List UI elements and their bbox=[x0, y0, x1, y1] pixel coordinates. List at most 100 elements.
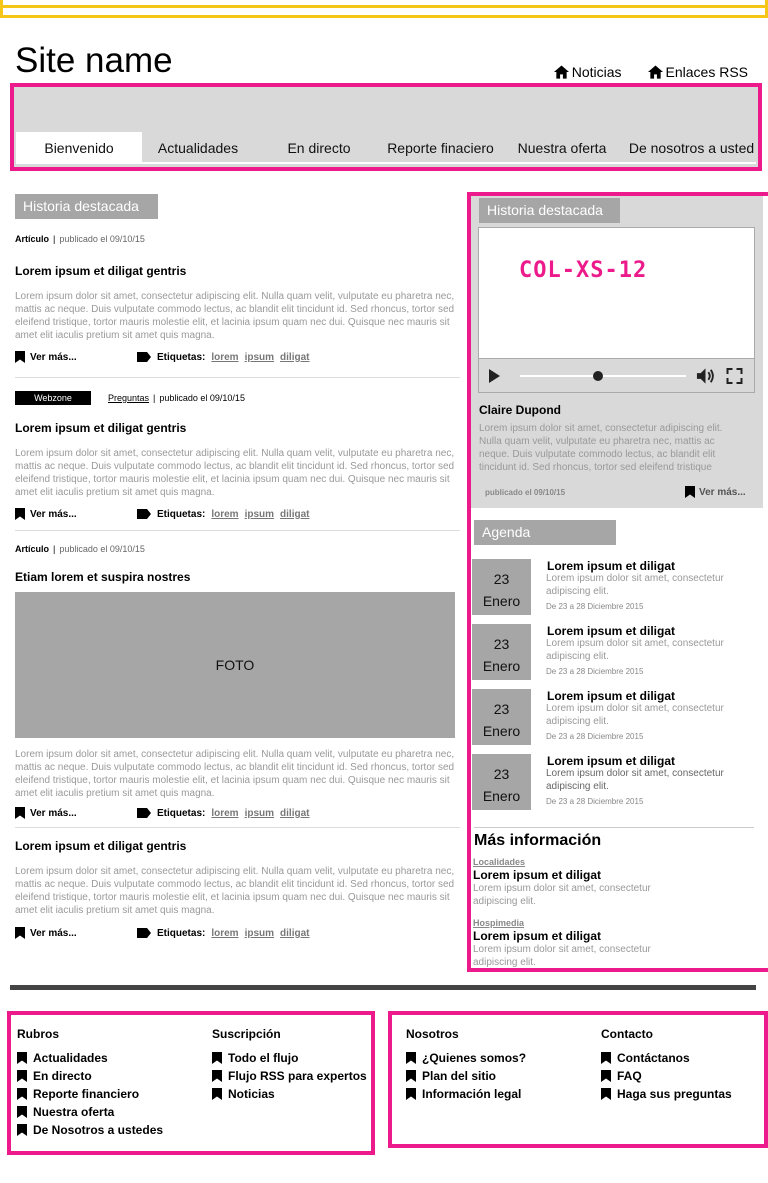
footer-link[interactable]: Todo el flujo bbox=[212, 1049, 367, 1067]
event-text: Lorem ipsum dolor sit amet, consectetur … bbox=[546, 638, 724, 662]
article-text: Lorem ipsum dolor sit amet, consectetur … bbox=[15, 448, 455, 498]
tag-link[interactable]: diligat bbox=[280, 928, 309, 939]
read-more-link[interactable]: Ver más... bbox=[15, 351, 137, 363]
footer-link[interactable]: Reporte financiero bbox=[17, 1085, 163, 1103]
article-title[interactable]: Etiam lorem et suspira nostres bbox=[15, 570, 460, 584]
tag-icon bbox=[137, 928, 151, 938]
agenda-event[interactable]: 23 Enero Lorem ipsum et diligat Lorem ips… bbox=[472, 689, 762, 747]
article-photo[interactable]: FOTO bbox=[15, 592, 455, 738]
featured-text: Lorem ipsum dolor sit amet, consectetur … bbox=[479, 423, 723, 473]
footer-link[interactable]: Nuestra oferta bbox=[17, 1103, 163, 1121]
tag-link[interactable]: lorem bbox=[211, 352, 238, 363]
article-meta: Artículo | publicado el 09/10/15 bbox=[15, 234, 145, 244]
tab-nuestra-oferta[interactable]: Nuestra oferta bbox=[497, 132, 627, 162]
article: Lorem ipsum et diligat gentris Lorem ips… bbox=[15, 819, 460, 939]
event-date-block: 23 Enero bbox=[472, 559, 531, 615]
webzone-badge: Webzone bbox=[15, 391, 91, 405]
article-title[interactable]: Lorem ipsum et diligat gentris bbox=[15, 421, 460, 435]
tag-link[interactable]: lorem bbox=[211, 808, 238, 819]
tag-link[interactable]: ipsum bbox=[245, 509, 274, 520]
bookmark-icon bbox=[601, 1052, 611, 1064]
toplink-noticias[interactable]: Noticias bbox=[553, 64, 622, 80]
footer-link[interactable]: Noticias bbox=[212, 1085, 367, 1103]
tag-link[interactable]: lorem bbox=[211, 928, 238, 939]
featured-author[interactable]: Claire Dupond bbox=[479, 403, 561, 417]
article-date: publicado el 09/10/15 bbox=[59, 544, 145, 554]
more-info-category[interactable]: Hospimedia bbox=[473, 918, 693, 928]
event-when: De 23 a 28 Diciembre 2015 bbox=[546, 667, 644, 676]
tag-link[interactable]: ipsum bbox=[245, 928, 274, 939]
footer-divider bbox=[10, 985, 756, 990]
tag-link[interactable]: diligat bbox=[280, 808, 309, 819]
event-title[interactable]: Lorem ipsum et diligat bbox=[547, 624, 675, 638]
agenda-event[interactable]: 23 Enero Lorem ipsum et diligat Lorem ips… bbox=[472, 559, 762, 617]
video-player[interactable]: COL-XS-12 bbox=[478, 227, 755, 393]
article-title[interactable]: Lorem ipsum et diligat gentris bbox=[15, 264, 460, 278]
read-more-link[interactable]: Ver más... bbox=[15, 508, 137, 520]
event-title[interactable]: Lorem ipsum et diligat bbox=[547, 754, 675, 768]
more-info-text: Lorem ipsum dolor sit amet, consectetur … bbox=[473, 883, 651, 907]
tag-link[interactable]: ipsum bbox=[245, 352, 274, 363]
event-title[interactable]: Lorem ipsum et diligat bbox=[547, 559, 675, 573]
bookmark-icon bbox=[17, 1070, 27, 1082]
top-accent-bar bbox=[0, 0, 768, 18]
article-text: Lorem ipsum dolor sit amet, consectetur … bbox=[15, 749, 455, 799]
volume-icon[interactable] bbox=[696, 367, 715, 385]
read-more-link[interactable]: Ver más... bbox=[15, 927, 137, 939]
fullscreen-icon[interactable] bbox=[725, 367, 744, 385]
article-meta: Artículo | publicado el 09/10/15 bbox=[15, 544, 145, 554]
more-info-title: Más información bbox=[474, 832, 602, 849]
event-date-block: 23 Enero bbox=[472, 689, 531, 745]
event-month: Enero bbox=[482, 788, 521, 804]
tab-bienvenido[interactable]: Bienvenido bbox=[16, 132, 142, 162]
article-tags: Etiquetas: lorem ipsum diligat bbox=[137, 509, 309, 520]
agenda-event[interactable]: 23 Enero Lorem ipsum et diligat Lorem ips… bbox=[472, 754, 762, 812]
tag-link[interactable]: diligat bbox=[280, 509, 309, 520]
article-text: Lorem ipsum dolor sit amet, consectetur … bbox=[15, 866, 455, 916]
footer-link[interactable]: FAQ bbox=[601, 1067, 732, 1085]
main-column: Historia destacada Artículo | publicado e… bbox=[15, 194, 460, 939]
tag-icon bbox=[137, 509, 151, 519]
toplink-rss[interactable]: Enlaces RSS bbox=[647, 64, 748, 80]
category-link[interactable]: Preguntas bbox=[108, 393, 149, 403]
bookmark-icon bbox=[15, 351, 25, 363]
event-day: 23 bbox=[493, 701, 510, 717]
footer-right: Nosotros ¿Quienes somos? Plan del sitio … bbox=[388, 1011, 768, 1148]
read-more-label: Ver más... bbox=[699, 486, 746, 498]
tag-link[interactable]: lorem bbox=[211, 509, 238, 520]
footer-link[interactable]: En directo bbox=[17, 1067, 163, 1085]
tab-reporte-financiero[interactable]: Reporte finaciero bbox=[384, 132, 497, 162]
tab-actualidades[interactable]: Actualidades bbox=[142, 132, 254, 162]
event-text: Lorem ipsum dolor sit amet, consectetur … bbox=[546, 768, 724, 792]
footer-link[interactable]: Flujo RSS para expertos bbox=[212, 1067, 367, 1085]
featured-read-more[interactable]: Ver más... bbox=[685, 486, 746, 498]
nav-tabs: Bienvenido Actualidades En directo Repor… bbox=[16, 132, 756, 164]
footer-link[interactable]: De Nosotros a ustedes bbox=[17, 1121, 163, 1139]
tab-de-nosotros[interactable]: De nosotros a usted bbox=[627, 132, 756, 162]
video-progress-slider[interactable] bbox=[520, 370, 686, 381]
more-info-name[interactable]: Lorem ipsum et diligat bbox=[473, 929, 693, 943]
agenda-event[interactable]: 23 Enero Lorem ipsum et diligat Lorem ips… bbox=[472, 624, 762, 682]
footer-link[interactable]: Información legal bbox=[406, 1085, 526, 1103]
video-controls bbox=[479, 358, 754, 392]
tab-en-directo[interactable]: En directo bbox=[254, 132, 384, 162]
footer-link[interactable]: Actualidades bbox=[17, 1049, 163, 1067]
footer-link[interactable]: Contáctanos bbox=[601, 1049, 732, 1067]
read-more-link[interactable]: Ver más... bbox=[15, 807, 137, 819]
article-title[interactable]: Lorem ipsum et diligat gentris bbox=[15, 839, 460, 853]
tag-icon bbox=[137, 352, 151, 362]
event-title[interactable]: Lorem ipsum et diligat bbox=[547, 689, 675, 703]
site-name[interactable]: Site name bbox=[15, 42, 173, 80]
footer-link[interactable]: ¿Quienes somos? bbox=[406, 1049, 526, 1067]
featured-date: publicado el 09/10/15 bbox=[485, 488, 566, 497]
more-info-category[interactable]: Localidades bbox=[473, 857, 693, 867]
footer-link[interactable]: Plan del sitio bbox=[406, 1067, 526, 1085]
tag-link[interactable]: ipsum bbox=[245, 808, 274, 819]
bookmark-icon bbox=[212, 1052, 222, 1064]
more-info-name[interactable]: Lorem ipsum et diligat bbox=[473, 868, 693, 882]
tag-link[interactable]: diligat bbox=[280, 352, 309, 363]
footer-link[interactable]: Haga sus preguntas bbox=[601, 1085, 732, 1103]
play-icon[interactable] bbox=[489, 368, 500, 383]
progress-knob[interactable] bbox=[593, 370, 604, 381]
bookmark-icon bbox=[17, 1088, 27, 1100]
